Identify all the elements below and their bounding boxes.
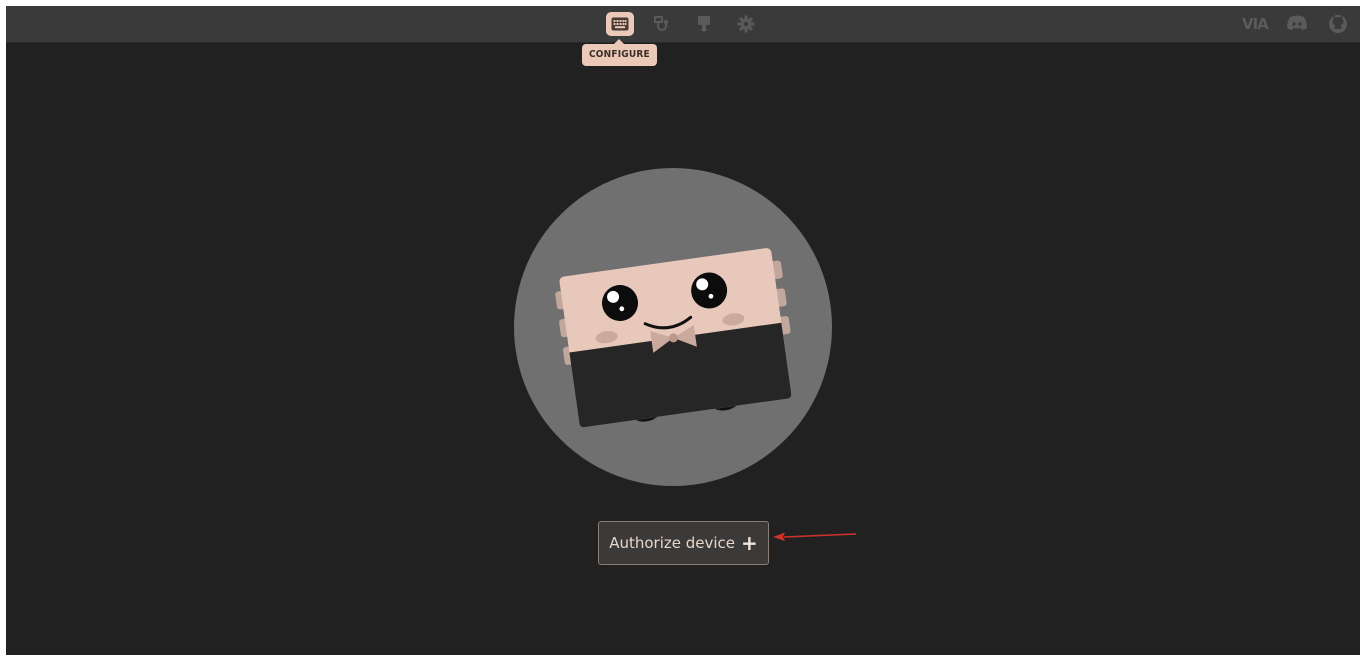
app-window: CONFIGURE VIA Authorize device +: [6, 6, 1360, 655]
plus-icon: +: [741, 531, 758, 555]
authorize-device-button[interactable]: Authorize device +: [598, 521, 769, 565]
top-navigation-bar: CONFIGURE VIA: [6, 6, 1360, 66]
test-icon: [653, 15, 671, 33]
configure-tab[interactable]: [606, 12, 634, 36]
gear-icon: [737, 15, 755, 33]
keyboard-mascot-illustration: [514, 168, 832, 486]
github-icon[interactable]: [1328, 14, 1348, 38]
design-tab[interactable]: [690, 12, 718, 36]
configure-tooltip: CONFIGURE: [582, 39, 657, 66]
design-icon: [696, 15, 712, 33]
keyboard-icon: [611, 17, 629, 31]
via-logo[interactable]: VIA: [1242, 15, 1269, 33]
red-arrow-annotation: [772, 528, 858, 547]
settings-tab[interactable]: [732, 12, 760, 36]
test-tab[interactable]: [648, 12, 676, 36]
discord-icon[interactable]: [1286, 14, 1308, 36]
authorize-button-label: Authorize device: [609, 534, 736, 552]
